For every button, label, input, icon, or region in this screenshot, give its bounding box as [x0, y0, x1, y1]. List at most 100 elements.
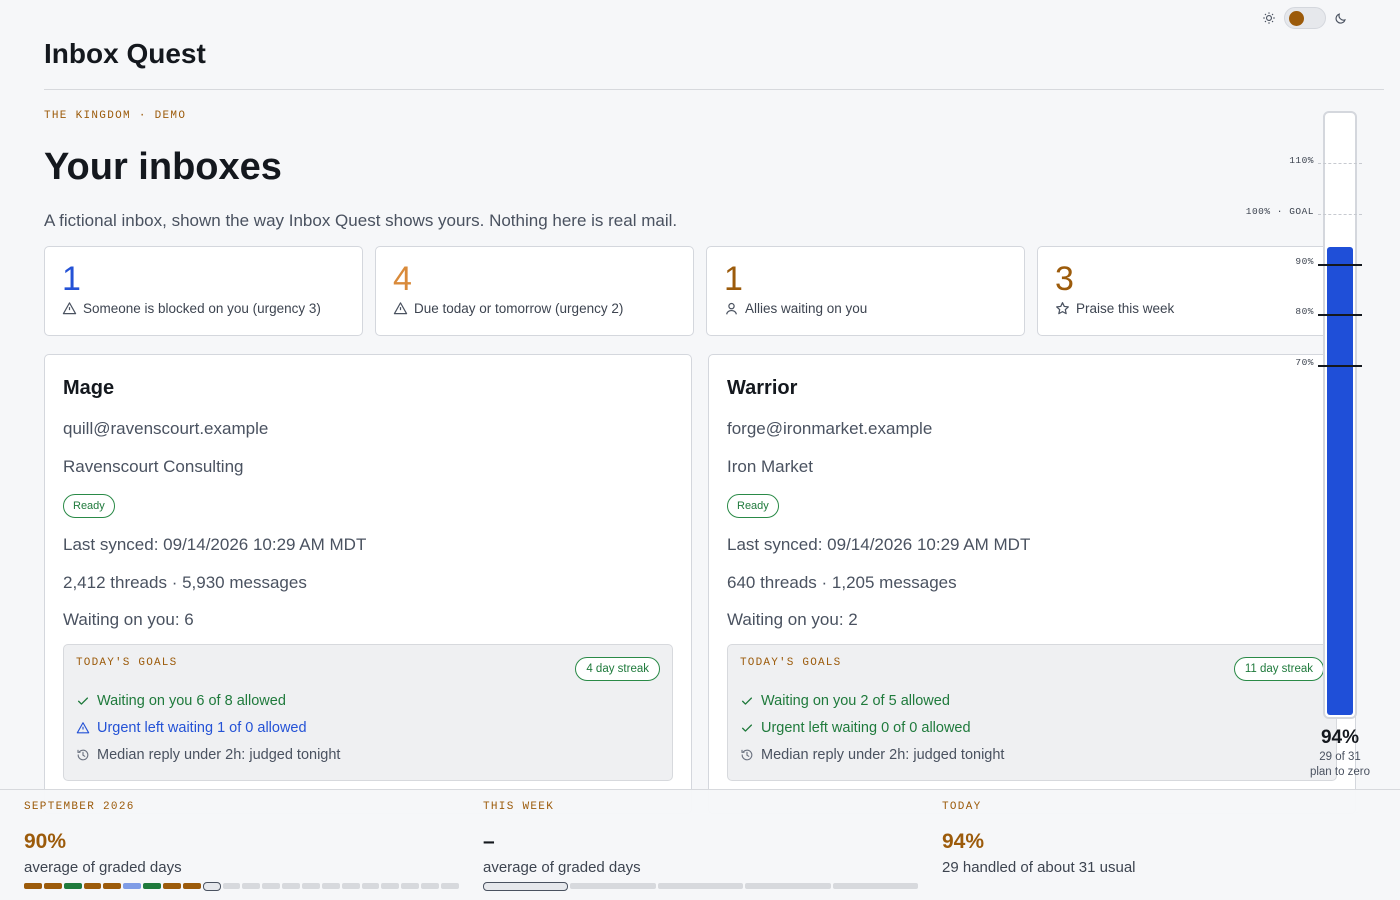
inbox-card[interactable]: Mage quill@ravenscourt.example Ravenscourt…: [44, 354, 692, 814]
goal-text: Urgent left waiting 0 of 0 allowed: [761, 720, 971, 736]
week-sub: average of graded days: [483, 859, 641, 876]
month-heading: SEPTEMBER 2026: [24, 801, 135, 813]
day-segment: [421, 883, 440, 889]
day-segment: [401, 883, 420, 889]
goals-title: TODAY'S GOALS: [76, 657, 178, 669]
status-badge: Ready: [727, 494, 779, 518]
last-synced: Last synced: 09/14/2026 10:29 AM MDT: [63, 535, 367, 554]
day-segment: [302, 883, 320, 889]
goal-item: Median reply under 2h: judged tonight: [76, 747, 340, 763]
gauge-tick-label: 70%: [1295, 356, 1314, 368]
day-segment: [832, 883, 918, 889]
theme-toggle[interactable]: [1262, 7, 1348, 29]
day-segment: [242, 883, 261, 889]
day-segment: [657, 883, 744, 889]
warning-icon: [76, 721, 90, 735]
last-synced: Last synced: 09/14/2026 10:29 AM MDT: [727, 535, 1031, 554]
stat-card[interactable]: 1 Allies waiting on you: [706, 246, 1025, 336]
month-day-strip: [24, 881, 459, 891]
week-value: –: [483, 830, 495, 853]
today-value: 94%: [942, 830, 985, 853]
gauge-tick-line: [1318, 314, 1362, 317]
goal-item: Urgent left waiting 0 of 0 allowed: [740, 720, 971, 736]
day-segment: [83, 883, 102, 889]
thread-counts: 640 threads · 1,205 messages: [727, 573, 957, 592]
stat-label-row: Allies waiting on you: [724, 301, 1007, 316]
goal-item: Urgent left waiting 1 of 0 allowed: [76, 720, 307, 736]
warning-icon: [62, 301, 77, 316]
day-segment: [483, 881, 569, 891]
month-sub: average of graded days: [24, 859, 182, 876]
gauge-tick-line: [1318, 213, 1362, 215]
inbox-card[interactable]: Warrior forge@ironmarket.example Iron Mark…: [708, 354, 1356, 814]
inbox-org: Iron Market: [727, 457, 813, 476]
inbox-name: Mage: [63, 377, 115, 399]
today-heading: TODAY: [942, 801, 982, 813]
inbox-email: quill@ravenscourt.example: [63, 419, 269, 438]
page-eyebrow: THE KINGDOM · DEMO: [44, 110, 187, 122]
goal-text: Waiting on you 2 of 5 allowed: [761, 693, 950, 709]
gauge-fill: [1327, 246, 1353, 715]
day-segment: [361, 883, 380, 889]
goal-item: Waiting on you 6 of 8 allowed: [76, 693, 286, 709]
stat-label: Allies waiting on you: [745, 301, 868, 316]
inbox-email: forge@ironmarket.example: [727, 419, 933, 438]
gauge-tick-label: 90%: [1295, 256, 1314, 267]
user-icon: [724, 301, 739, 316]
inbox-name: Warrior: [727, 377, 798, 399]
goal-text: Median reply under 2h: judged tonight: [761, 747, 1005, 763]
gauge-tick-line: [1318, 264, 1362, 266]
page-title: Your inboxes: [44, 146, 282, 188]
theme-switch[interactable]: [1284, 7, 1326, 29]
day-segment: [262, 883, 281, 889]
streak-badge: 11 day streak: [1233, 657, 1324, 681]
day-segment: [381, 883, 400, 889]
page-subtitle: A fictional inbox, shown the way Inbox Q…: [44, 211, 678, 230]
day-segment: [321, 883, 340, 889]
theme-switch-knob: [1289, 11, 1304, 26]
warning-icon: [393, 301, 408, 316]
header-divider: [44, 89, 1384, 90]
stat-label: Someone is blocked on you (urgency 3): [83, 301, 321, 316]
week-heading: THIS WEEK: [483, 801, 555, 813]
day-segment: [202, 881, 221, 891]
stat-label: Praise this week: [1076, 301, 1175, 316]
day-segment: [570, 883, 656, 889]
goal-text: Urgent left waiting 1 of 0 allowed: [97, 720, 307, 736]
day-segment: [123, 883, 142, 889]
app-title: Inbox Quest: [44, 38, 206, 69]
todays-goals-panel: TODAY'S GOALS 4 day streak Waiting on you …: [63, 644, 673, 781]
goal-text: Median reply under 2h: judged tonight: [97, 747, 341, 763]
day-segment: [745, 883, 831, 889]
day-segment: [24, 883, 42, 889]
sun-icon: [1263, 12, 1275, 24]
goal-text: Waiting on you 6 of 8 allowed: [97, 693, 286, 709]
stat-label-row: Someone is blocked on you (urgency 3): [62, 301, 345, 316]
check-icon: [740, 694, 754, 708]
thread-counts: 2,412 threads · 5,930 messages: [63, 573, 307, 592]
history-icon: [76, 748, 90, 762]
day-segment: [341, 883, 360, 889]
stat-card[interactable]: 4 Due today or tomorrow (urgency 2): [375, 246, 694, 336]
day-segment: [222, 883, 241, 889]
today-sub: 29 handled of about 31 usual: [942, 859, 1136, 876]
day-segment: [143, 883, 162, 889]
stat-value: 4: [393, 260, 412, 298]
summary-bar: SEPTEMBER 2026 90% average of graded day…: [0, 789, 1400, 900]
gauge-plan-label: plan to zero: [1309, 766, 1371, 778]
gauge-tick-line: [1318, 364, 1362, 367]
week-day-strip: [483, 881, 918, 891]
todays-goals-panel: TODAY'S GOALS 11 day streak Waiting on you…: [727, 644, 1337, 781]
goal-item: Waiting on you 2 of 5 allowed: [740, 693, 950, 709]
day-segment: [103, 883, 122, 889]
stat-label: Due today or tomorrow (urgency 2): [414, 301, 624, 316]
inbox-org: Ravenscourt Consulting: [63, 457, 244, 476]
moon-icon: [1335, 13, 1346, 24]
gauge-percent: 94%: [1320, 727, 1360, 748]
stat-value: 1: [62, 260, 81, 298]
history-icon: [740, 748, 754, 762]
star-icon: [1055, 301, 1070, 316]
stat-card[interactable]: 1 Someone is blocked on you (urgency 3): [44, 246, 363, 336]
gauge-count: 29 of 31: [1319, 751, 1361, 763]
day-segment: [282, 883, 301, 889]
